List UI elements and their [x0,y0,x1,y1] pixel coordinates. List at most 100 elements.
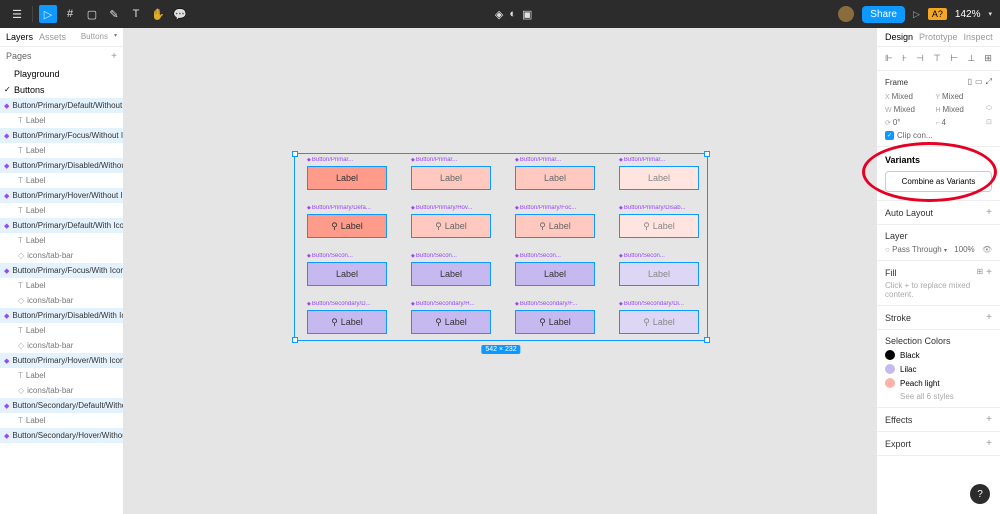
canvas-component[interactable]: Button/Secondary/Di...⚲Label [619,310,699,334]
add-export-button[interactable]: + [986,438,992,449]
add-effect-button[interactable]: + [986,414,992,425]
move-tool[interactable]: ▷ [39,5,57,23]
layer-item[interactable]: ◆Button/Secondary/Default/Withou... [0,398,123,413]
tab-assets[interactable]: Assets [39,32,66,42]
canvas-component[interactable]: Button/Primary/Disab...⚲Label [619,214,699,238]
canvas-component[interactable]: Button/Primar...Label [515,166,595,190]
distribute-icon[interactable]: ⊞ [984,53,992,64]
add-fill-button[interactable]: + [986,267,992,278]
button-box[interactable]: ⚲Label [515,310,595,334]
layer-item[interactable]: TLabel [0,368,123,383]
menu-icon[interactable]: ☰ [8,5,26,23]
resize-fit-icon[interactable]: ⤢ [986,77,992,87]
align-bottom-icon[interactable]: ⊥ [967,53,975,64]
chevron-down-icon[interactable]: ▾ [114,32,117,42]
canvas-component[interactable]: Button/Primar...Label [307,166,387,190]
align-hcenter-icon[interactable]: ⊦ [902,53,907,64]
landscape-icon[interactable]: ▭ [975,77,983,87]
visibility-icon[interactable]: 👁 [982,245,992,254]
canvas-component[interactable]: Button/Primar...Label [619,166,699,190]
tab-layers[interactable]: Layers [6,32,33,42]
component-icon[interactable]: ◈ [495,8,503,21]
add-auto-layout-button[interactable]: + [986,207,992,218]
button-box[interactable]: Label [619,166,699,190]
hand-tool[interactable]: ✋ [149,5,167,23]
mask-icon[interactable]: ◐ [509,8,516,21]
button-box[interactable]: ⚲Label [619,310,699,334]
tab-inspect[interactable]: Inspect [964,32,993,42]
button-box[interactable]: ⚲Label [307,310,387,334]
missing-fonts-badge[interactable]: A? [928,8,947,20]
frame-tool[interactable]: # [61,5,79,23]
tab-design[interactable]: Design [885,32,913,42]
button-box[interactable]: Label [619,262,699,286]
style-icon[interactable]: ⊞ [976,267,983,278]
union-icon[interactable]: ▣ [522,8,532,21]
layer-item[interactable]: ◇icons/tab-bar [0,248,123,263]
canvas-component[interactable]: Button/Secon...Label [515,262,595,286]
constrain-icon[interactable]: ⬭ [986,105,992,114]
corners-icon[interactable]: ⊡ [986,118,992,127]
color-swatch-row[interactable]: Peach light [885,378,992,388]
radius-input[interactable]: 4 [942,118,946,127]
zoom-chevron-icon[interactable]: ▾ [988,10,992,18]
layer-item[interactable]: ◇icons/tab-bar [0,338,123,353]
layer-item[interactable]: ◆Button/Primary/Default/With Icon [0,218,123,233]
button-box[interactable]: Label [411,262,491,286]
layer-item[interactable]: ◆Button/Primary/Disabled/With Icon [0,308,123,323]
text-tool[interactable]: T [127,5,145,23]
layer-item[interactable]: TLabel [0,278,123,293]
shape-tool[interactable]: ▢ [83,5,101,23]
tab-prototype[interactable]: Prototype [919,32,958,42]
align-vcenter-icon[interactable]: ⊢ [950,53,958,64]
h-input[interactable]: Mixed [943,105,964,114]
page-buttons[interactable]: Buttons [0,82,123,98]
layer-item[interactable]: ◆Button/Secondary/Hover/Without... [0,428,123,443]
add-stroke-button[interactable]: + [986,312,992,323]
w-input[interactable]: Mixed [894,105,915,114]
user-avatar[interactable] [838,6,854,22]
button-box[interactable]: ⚲Label [619,214,699,238]
present-icon[interactable]: ▷ [913,9,920,20]
add-page-button[interactable]: + [111,51,117,62]
resize-handle[interactable] [704,337,710,343]
resize-handle[interactable] [292,151,298,157]
layer-item[interactable]: ◆Button/Primary/Disabled/Without... [0,158,123,173]
button-box[interactable]: ⚲Label [411,214,491,238]
combine-as-variants-button[interactable]: Combine as Variants [885,171,992,192]
blend-mode[interactable]: ○ Pass Through ▾ [885,245,947,254]
layer-item[interactable]: TLabel [0,113,123,128]
layer-item[interactable]: ◆Button/Primary/Hover/With Icon [0,353,123,368]
layer-item[interactable]: ◆Button/Primary/Focus/Without Ic... [0,128,123,143]
frame-label[interactable]: Frame [885,78,908,87]
resize-handle[interactable] [292,337,298,343]
color-swatch-row[interactable]: Lilac [885,364,992,374]
color-swatch-row[interactable]: Black [885,350,992,360]
opacity-input[interactable]: 100% [954,245,974,254]
button-box[interactable]: Label [411,166,491,190]
layer-item[interactable]: TLabel [0,173,123,188]
canvas[interactable]: Button/Primar...Label Button/Primar...Lab… [124,28,876,514]
layer-item[interactable]: ◇icons/tab-bar [0,383,123,398]
canvas-component[interactable]: Button/Secon...Label [411,262,491,286]
rotation-input[interactable]: 0° [893,118,901,127]
button-box[interactable]: Label [307,166,387,190]
clip-checkbox[interactable]: ✓ [885,131,894,140]
canvas-component[interactable]: Button/Primary/Hov...⚲Label [411,214,491,238]
button-box[interactable]: ⚲Label [411,310,491,334]
layer-item[interactable]: TLabel [0,143,123,158]
align-left-icon[interactable]: ⊩ [885,53,893,64]
canvas-component[interactable]: Button/Primary/Foc...⚲Label [515,214,595,238]
comment-tool[interactable]: 💬 [171,5,189,23]
pen-tool[interactable]: ✎ [105,5,123,23]
canvas-component[interactable]: Button/Secon...Label [307,262,387,286]
page-playground[interactable]: Playground [0,66,123,82]
y-input[interactable]: Mixed [942,92,963,101]
layer-item[interactable]: ◆Button/Primary/Hover/Without I... [0,188,123,203]
layer-item[interactable]: ◆Button/Primary/Focus/With Icon [0,263,123,278]
layer-item[interactable]: TLabel [0,323,123,338]
align-top-icon[interactable]: ⊤ [933,53,941,64]
button-box[interactable]: ⚲Label [307,214,387,238]
portrait-icon[interactable]: ▯ [968,77,972,87]
see-all-styles[interactable]: See all 6 styles [885,392,992,401]
